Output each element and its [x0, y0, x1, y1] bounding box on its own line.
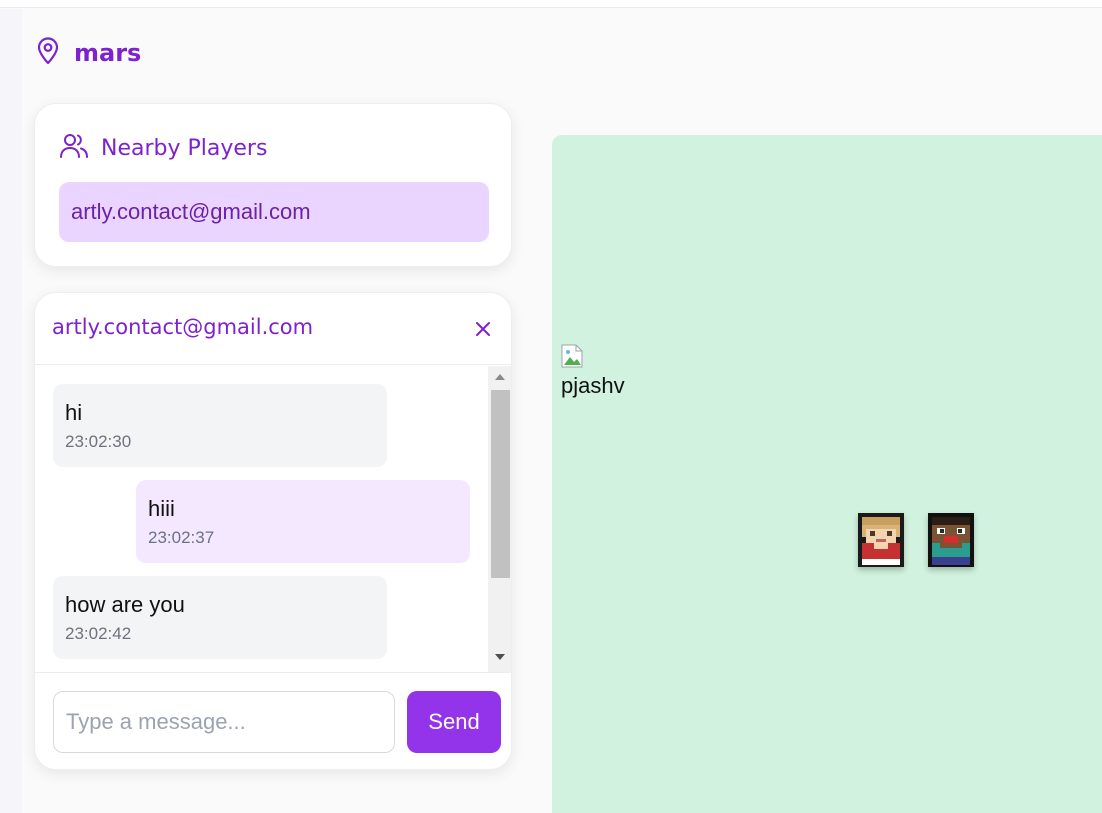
send-button[interactable]: Send — [407, 691, 501, 753]
player-sprite-dark[interactable] — [926, 511, 976, 569]
chat-panel: artly.contact@gmail.com hi 23:02:30 hiii… — [34, 292, 512, 770]
message-bubble-outgoing: hiii 23:02:37 — [136, 480, 470, 563]
close-icon — [475, 321, 491, 342]
nearby-players-card: Nearby Players artly.contact@gmail.com — [34, 103, 512, 267]
left-edge-strip — [0, 9, 22, 813]
scroll-up-arrow-icon[interactable] — [495, 374, 505, 380]
message-time: 23:02:30 — [65, 432, 132, 451]
message-text: how are you — [65, 592, 185, 617]
nearby-player-item[interactable]: artly.contact@gmail.com — [59, 182, 489, 242]
message-text: hi — [65, 400, 83, 425]
game-map[interactable]: pjashv — [552, 135, 1102, 813]
nearby-player-email: artly.contact@gmail.com — [71, 199, 311, 224]
message-bubble-incoming: how are you 23:02:42 — [53, 576, 387, 659]
message-time: 23:02:37 — [148, 528, 215, 547]
dark-player-sprite-icon — [926, 513, 976, 573]
message-scrollbar[interactable] — [488, 366, 511, 672]
message-composer: Send — [35, 672, 511, 769]
nearby-players-header: Nearby Players — [59, 132, 267, 165]
chat-header: artly.contact@gmail.com — [35, 293, 511, 365]
location-header: mars — [36, 36, 142, 70]
map-pin-icon — [36, 36, 60, 70]
chat-title: artly.contact@gmail.com — [52, 315, 314, 339]
message-input[interactable] — [53, 691, 395, 753]
scroll-thumb[interactable] — [491, 390, 510, 578]
broken-image: pjashv — [560, 343, 626, 403]
nearby-players-title: Nearby Players — [101, 136, 268, 161]
scroll-down-arrow-icon[interactable] — [495, 654, 505, 660]
users-icon — [59, 132, 89, 165]
close-chat-button[interactable] — [469, 317, 497, 345]
message-time: 23:02:42 — [65, 624, 132, 643]
location-name: mars — [74, 39, 142, 67]
player-sprite-blonde[interactable] — [856, 511, 906, 569]
blonde-player-sprite-icon — [856, 513, 906, 573]
broken-image-alt: pjashv — [561, 373, 625, 398]
message-text: hiii — [148, 496, 175, 521]
message-list[interactable]: hi 23:02:30 hiii 23:02:37 how are you 23… — [35, 366, 511, 672]
message-bubble-incoming: hi 23:02:30 — [53, 384, 387, 467]
top-bar — [0, 0, 1102, 8]
